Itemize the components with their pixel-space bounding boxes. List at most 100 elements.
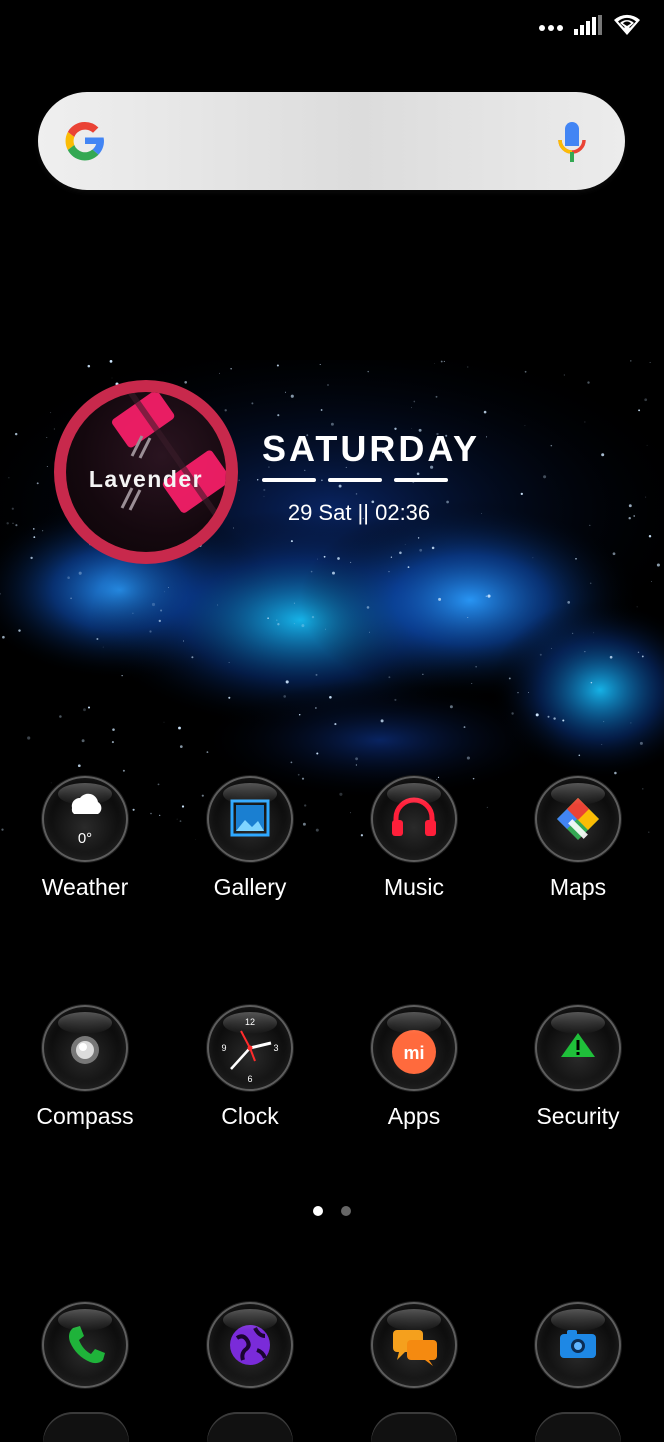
- page-dot-1[interactable]: [313, 1206, 323, 1216]
- app-label: Gallery: [213, 874, 287, 900]
- star: [276, 619, 278, 621]
- star: [431, 546, 435, 550]
- lavender-logo-art: Lavender: [66, 392, 226, 552]
- star: [109, 360, 113, 363]
- star: [551, 648, 553, 649]
- signal-icon: [574, 15, 602, 40]
- star: [164, 591, 165, 593]
- page-indicator[interactable]: [0, 1206, 664, 1216]
- star: [388, 676, 391, 679]
- star: [329, 695, 332, 699]
- dock-camera[interactable]: [498, 1302, 658, 1388]
- dock-browser[interactable]: [170, 1302, 330, 1388]
- star: [15, 524, 18, 527]
- star: [158, 619, 161, 623]
- star: [563, 374, 565, 376]
- app-label: Music: [383, 874, 445, 900]
- app-label: Apps: [387, 1103, 441, 1129]
- wifi-icon: [612, 14, 642, 41]
- google-logo-icon: [62, 118, 108, 169]
- star: [251, 402, 254, 405]
- app-maps[interactable]: Maps: [498, 776, 658, 901]
- star: [330, 422, 334, 426]
- star: [603, 721, 605, 723]
- app-clock[interactable]: 12 3 6 9 Clock: [170, 1005, 330, 1130]
- star: [111, 377, 113, 379]
- star: [641, 655, 644, 658]
- star: [471, 683, 473, 684]
- star: [575, 558, 577, 560]
- star: [612, 552, 616, 556]
- star: [228, 662, 230, 664]
- app-weather[interactable]: 0° Weather: [5, 776, 165, 901]
- browser-icon: [207, 1302, 293, 1388]
- app-compass[interactable]: Compass: [5, 1005, 165, 1130]
- star: [317, 558, 318, 560]
- mi-apps-icon: mi: [371, 1005, 457, 1091]
- app-label: Weather: [41, 874, 129, 900]
- lavender-logo-widget[interactable]: Lavender: [54, 380, 238, 564]
- app-music[interactable]: Music: [334, 776, 494, 901]
- app-security[interactable]: Security: [498, 1005, 658, 1130]
- star: [589, 582, 592, 585]
- star: [480, 513, 482, 514]
- star: [422, 673, 424, 675]
- app-apps[interactable]: mi Apps: [334, 1005, 494, 1130]
- star: [167, 587, 169, 589]
- dock-messages[interactable]: [334, 1302, 494, 1388]
- star: [520, 492, 523, 496]
- svg-text:9: 9: [221, 1043, 226, 1053]
- star: [310, 570, 313, 573]
- star: [487, 594, 491, 598]
- compass-icon: [42, 1005, 128, 1091]
- app-gallery[interactable]: Gallery: [170, 776, 330, 901]
- star: [633, 515, 636, 517]
- star: [637, 651, 640, 654]
- star: [87, 706, 91, 709]
- star: [567, 601, 571, 604]
- star: [467, 366, 469, 368]
- star: [475, 666, 477, 668]
- star: [67, 576, 70, 579]
- star: [407, 566, 410, 568]
- star: [337, 557, 340, 560]
- star: [628, 516, 631, 520]
- star: [562, 719, 565, 722]
- page-dot-2[interactable]: [341, 1206, 351, 1216]
- hidden-row-edge: [43, 1412, 129, 1442]
- star: [33, 528, 35, 530]
- star: [416, 472, 420, 476]
- star: [233, 527, 234, 529]
- star: [14, 432, 18, 436]
- star: [121, 675, 123, 677]
- star: [46, 437, 48, 438]
- lavender-logo-text: Lavender: [88, 466, 204, 492]
- star: [30, 556, 33, 560]
- star: [283, 695, 287, 698]
- clock-icon: 12 3 6 9: [207, 1005, 293, 1091]
- dock-phone[interactable]: [5, 1302, 165, 1388]
- star: [467, 616, 469, 618]
- star: [483, 410, 487, 414]
- date-time-label: 29 Sat || 02:36: [287, 500, 431, 525]
- star: [648, 535, 652, 538]
- google-search-bar[interactable]: [38, 92, 625, 190]
- star: [285, 680, 289, 684]
- star: [315, 673, 318, 676]
- star: [183, 640, 184, 642]
- app-label: Clock: [221, 1103, 279, 1129]
- star: [327, 384, 329, 386]
- star: [332, 571, 335, 575]
- microphone-icon[interactable]: [557, 120, 587, 169]
- star: [12, 522, 14, 524]
- star: [33, 536, 36, 539]
- star: [1, 828, 4, 831]
- star: [438, 597, 442, 601]
- star: [601, 453, 605, 457]
- star: [587, 381, 590, 384]
- star: [285, 391, 286, 393]
- star: [532, 557, 534, 559]
- star: [59, 715, 62, 718]
- star: [535, 713, 539, 717]
- star: [277, 414, 280, 417]
